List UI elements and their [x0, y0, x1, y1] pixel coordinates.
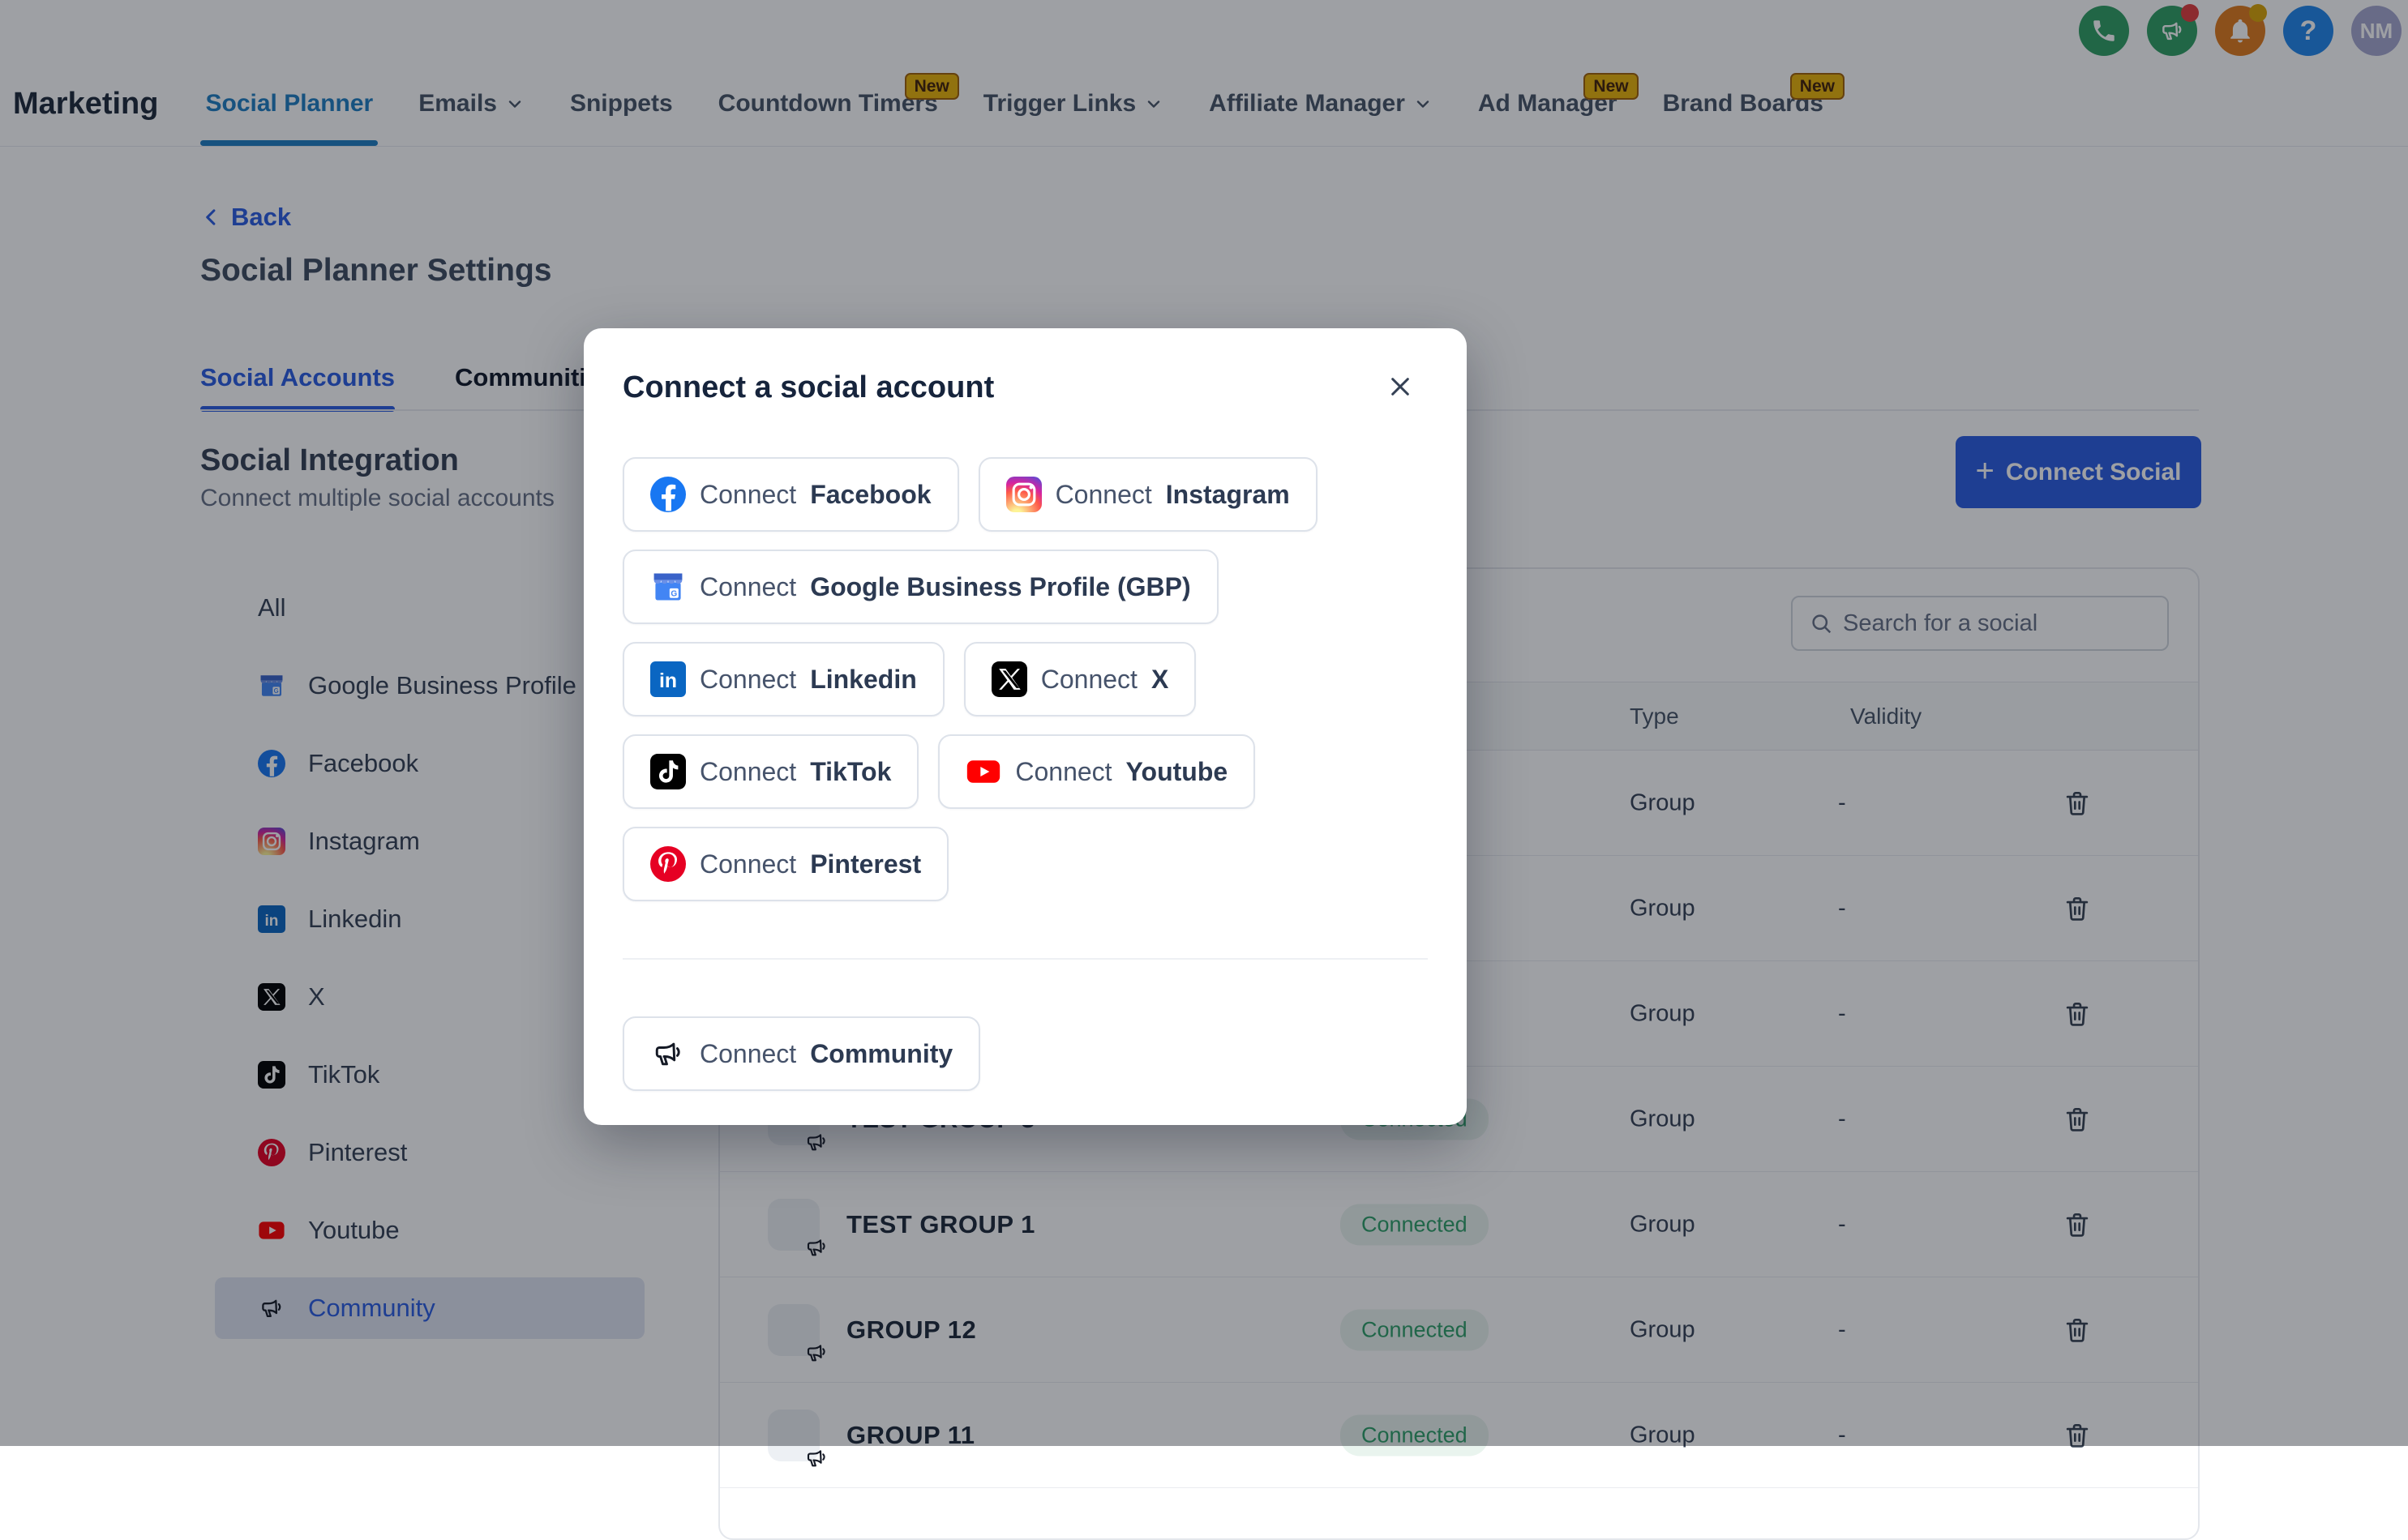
platform-icon: [650, 477, 686, 512]
connect-tiktok-button[interactable]: Connect TikTok: [623, 734, 919, 809]
connect-x-button[interactable]: Connect X: [964, 642, 1197, 717]
connect-google-business-profile-gbp-button[interactable]: G Connect Google Business Profile (GBP): [623, 550, 1219, 624]
platform-icon: [1006, 477, 1042, 512]
platform-name: Youtube: [1126, 757, 1228, 787]
connect-prefix: Connect: [700, 757, 796, 787]
platform-icon: [992, 661, 1027, 697]
svg-text:in: in: [659, 670, 677, 692]
connect-pinterest-button[interactable]: Connect Pinterest: [623, 827, 949, 901]
close-modal-button[interactable]: [1384, 370, 1416, 403]
connect-prefix: Connect: [1041, 665, 1138, 695]
platform-name: X: [1151, 665, 1168, 695]
platform-name: Facebook: [810, 480, 931, 510]
connect-prefix: Connect: [700, 849, 796, 879]
platform-icon: G: [650, 569, 686, 605]
modal-title: Connect a social account: [623, 370, 994, 405]
connect-prefix: Connect: [1056, 480, 1152, 510]
connect-community-button[interactable]: Connect Community: [623, 1016, 980, 1091]
platform-name: Google Business Profile (GBP): [810, 572, 1190, 602]
platform-name: TikTok: [810, 757, 891, 787]
megaphone-badge-icon: [803, 1445, 829, 1471]
modal-divider: [623, 958, 1428, 960]
close-icon: [1387, 374, 1413, 400]
platform-icon: [650, 754, 686, 789]
platform-name: Community: [810, 1039, 953, 1069]
community-megaphone-icon: [650, 1036, 686, 1072]
platform-name: Linkedin: [810, 665, 917, 695]
connect-prefix: Connect: [700, 572, 796, 602]
platform-icon: [650, 846, 686, 882]
platform-icon: [966, 754, 1001, 789]
connect-facebook-button[interactable]: Connect Facebook: [623, 457, 959, 532]
svg-text:G: G: [671, 589, 677, 598]
connect-prefix: Connect: [700, 1039, 796, 1069]
platform-icon: in: [650, 661, 686, 697]
connect-youtube-button[interactable]: Connect Youtube: [938, 734, 1255, 809]
connect-prefix: Connect: [700, 480, 796, 510]
connect-linkedin-button[interactable]: in Connect Linkedin: [623, 642, 945, 717]
platform-name: Instagram: [1166, 480, 1290, 510]
connect-instagram-button[interactable]: Connect Instagram: [979, 457, 1318, 532]
connect-social-modal: Connect a social account Connect Faceboo…: [584, 328, 1467, 1125]
connect-prefix: Connect: [700, 665, 796, 695]
connect-prefix: Connect: [1015, 757, 1112, 787]
platform-name: Pinterest: [810, 849, 921, 879]
